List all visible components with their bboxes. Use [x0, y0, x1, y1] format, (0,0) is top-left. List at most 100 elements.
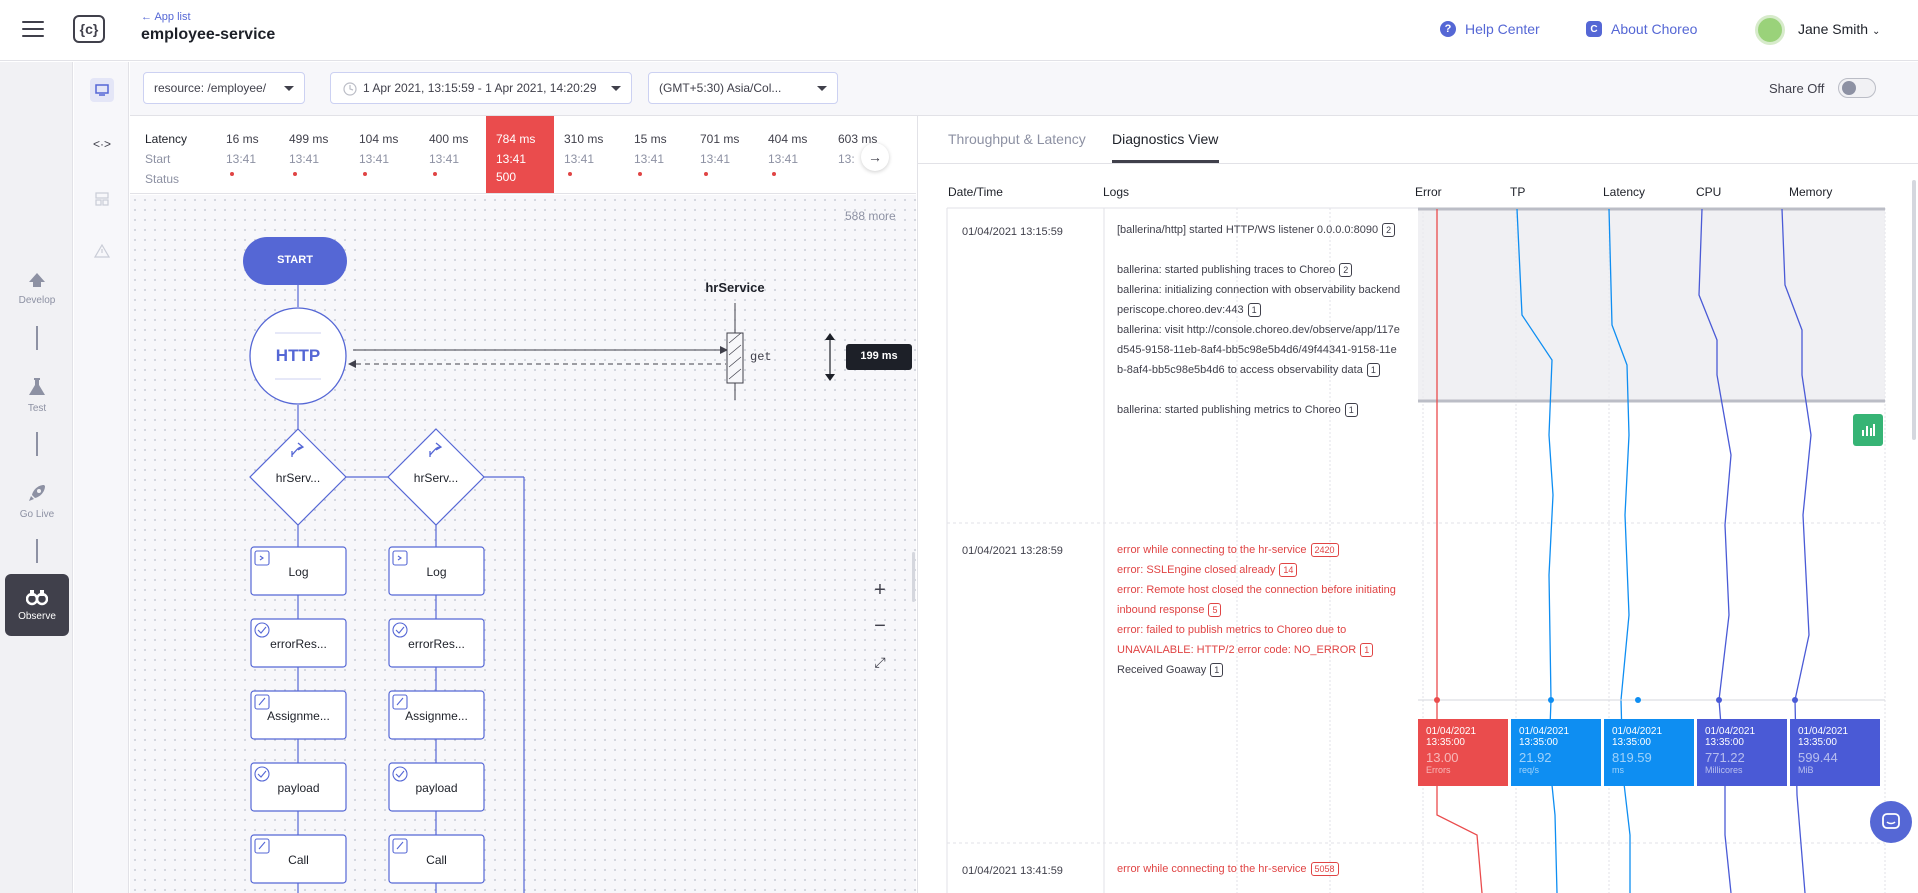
status-dot [638, 172, 642, 176]
avatar[interactable] [1755, 15, 1785, 45]
log-line[interactable]: Received Goaway 1 [1117, 660, 1402, 680]
back-to-app-list-link[interactable]: ← App list [141, 11, 191, 23]
zoom-out-icon[interactable]: − [865, 611, 895, 641]
tooltip-unit: Millicores [1705, 765, 1743, 775]
log-line[interactable]: ballerina: started publishing metrics to… [1117, 400, 1402, 420]
request-column[interactable]: 701 ms 13:41 [690, 116, 758, 193]
request-latency: 701 ms [700, 132, 740, 146]
tab-divider [917, 163, 1918, 164]
zoom-in-icon[interactable]: + [865, 575, 895, 605]
request-column[interactable]: 15 ms 13:41 [624, 116, 692, 193]
diagnostics-grid [946, 207, 1886, 893]
rail-separator [36, 539, 38, 563]
request-start: 13: [838, 152, 855, 166]
status-dot [772, 172, 776, 176]
caret-down-icon [817, 86, 827, 91]
tooltip-unit: req/s [1519, 765, 1540, 775]
hrservice-activation[interactable] [726, 332, 744, 384]
request-column[interactable]: 310 ms 13:41 [554, 116, 622, 193]
rail-label-test: Test [27, 403, 47, 414]
rail-item-test[interactable]: Test [5, 364, 69, 426]
log-count: 2420 [1310, 543, 1339, 557]
time-range-select[interactable]: 1 Apr 2021, 13:15:59 - 1 Apr 2021, 14:20… [330, 72, 632, 104]
tab-throughput-latency[interactable]: Throughput & Latency [948, 131, 1086, 147]
request-latency: 784 ms [496, 132, 536, 146]
start-label: START [277, 254, 313, 266]
log-line[interactable]: error while connecting to the hr-service… [1117, 540, 1402, 560]
request-latency: 499 ms [289, 132, 329, 146]
tooltip-unit: MiB [1798, 765, 1814, 775]
log-count: 2 [1339, 263, 1353, 277]
panel-resize-handle[interactable] [912, 552, 915, 602]
choreo-icon: C [1586, 21, 1602, 37]
chat-icon[interactable] [1870, 801, 1912, 843]
tooltip-time: 01/04/2021 13:35:00 [1798, 726, 1849, 748]
request-status: 500 [496, 170, 517, 184]
rail-item-observe[interactable]: Observe [5, 574, 69, 636]
menu-icon[interactable] [22, 21, 44, 39]
step-label: Log [426, 565, 447, 579]
choreo-logo[interactable]: {c} [73, 15, 105, 43]
step-label: payload [415, 781, 458, 795]
log-line[interactable]: ballerina: started publishing traces to … [1117, 260, 1402, 280]
share-toggle[interactable] [1838, 78, 1876, 98]
resource-select[interactable]: resource: /employee/ [143, 72, 305, 104]
warning-icon[interactable] [91, 240, 113, 262]
chevron-down-icon: ⌄ [1871, 26, 1881, 37]
top-bar: {c} ← App list employee-service ? Help C… [0, 0, 1918, 61]
request-column[interactable]: 16 ms 13:41 [216, 116, 284, 193]
request-start: 13:41 [289, 152, 320, 166]
log-line[interactable]: error: Remote host closed the connection… [1117, 580, 1402, 620]
bar-chart-icon[interactable] [1853, 414, 1883, 446]
monitor-icon[interactable] [90, 78, 114, 102]
service-name: hrService [705, 280, 765, 295]
rail-item-go-live[interactable]: Go Live [5, 470, 69, 532]
request-start: 13:41 [226, 152, 257, 166]
request-column[interactable]: 400 ms 13:41 [419, 116, 487, 193]
log-count: 2 [1382, 223, 1396, 237]
user-menu[interactable]: Jane Smith ⌄ [1798, 21, 1880, 37]
log-text: error: failed to publish metrics to Chor… [1117, 624, 1357, 656]
tooltip-value: 819.59 [1612, 750, 1652, 765]
log-line[interactable]: ballerina: initializing connection with … [1117, 280, 1402, 320]
log-count: 1 [1210, 663, 1224, 677]
step-label: Call [288, 853, 309, 867]
branch-label: hrServ... [275, 471, 321, 485]
log-line[interactable]: error while connecting to the hr-service… [1117, 859, 1402, 879]
about-choreo-link[interactable]: C About Choreo [1586, 21, 1697, 37]
request-column[interactable]: 404 ms 13:41 [758, 116, 826, 193]
fit-screen-icon[interactable]: ⤢ [865, 647, 895, 677]
log-count: 5058 [1310, 862, 1339, 876]
rail-item-develop[interactable]: Develop [5, 257, 69, 319]
log-line[interactable]: error: SSLEngine closed already 14 [1117, 560, 1402, 580]
more-requests-label: 588 more [845, 209, 896, 223]
request-column[interactable]: 104 ms 13:41 [349, 116, 417, 193]
scrollbar[interactable] [1912, 180, 1916, 440]
branch-label: hrServ... [413, 471, 459, 485]
caret-down-icon [611, 86, 621, 91]
help-icon: ? [1440, 21, 1456, 37]
tooltip-unit: Errors [1426, 765, 1451, 775]
log-line[interactable]: error: failed to publish metrics to Chor… [1117, 620, 1402, 660]
log-line[interactable]: [ballerina/http] started HTTP/WS listene… [1117, 220, 1402, 240]
log-line[interactable]: ballerina: visit http://console.choreo.d… [1117, 320, 1402, 380]
request-start: 13:41 [359, 152, 390, 166]
request-column-selected[interactable]: 784 ms 13:41 500 [486, 116, 554, 193]
start-row-label: Start [145, 152, 171, 166]
timezone-select[interactable]: (GMT+5:30) Asia/Col... [648, 72, 838, 104]
tooltip-time: 01/04/2021 13:35:00 [1519, 726, 1570, 748]
tab-diagnostics-view[interactable]: Diagnostics View [1112, 131, 1218, 147]
status-row-label: Status [145, 172, 180, 186]
request-latency: 104 ms [359, 132, 399, 146]
latency-badge-label: 199 ms [860, 350, 898, 362]
help-center-link[interactable]: ? Help Center [1440, 21, 1540, 37]
time-range-value: 1 Apr 2021, 13:15:59 - 1 Apr 2021, 14:20… [363, 81, 597, 95]
layout-icon[interactable] [91, 188, 113, 210]
caret-down-icon [284, 86, 294, 91]
code-icon[interactable]: <·> [91, 133, 113, 155]
next-arrow-button[interactable]: → [861, 143, 889, 171]
binoculars-icon [26, 590, 48, 606]
request-column[interactable]: 499 ms 13:41 [279, 116, 347, 193]
sequence-diagram: START HTTP hrService get 199 ms hrServ..… [130, 195, 916, 893]
brush-selection[interactable] [1418, 209, 1885, 401]
